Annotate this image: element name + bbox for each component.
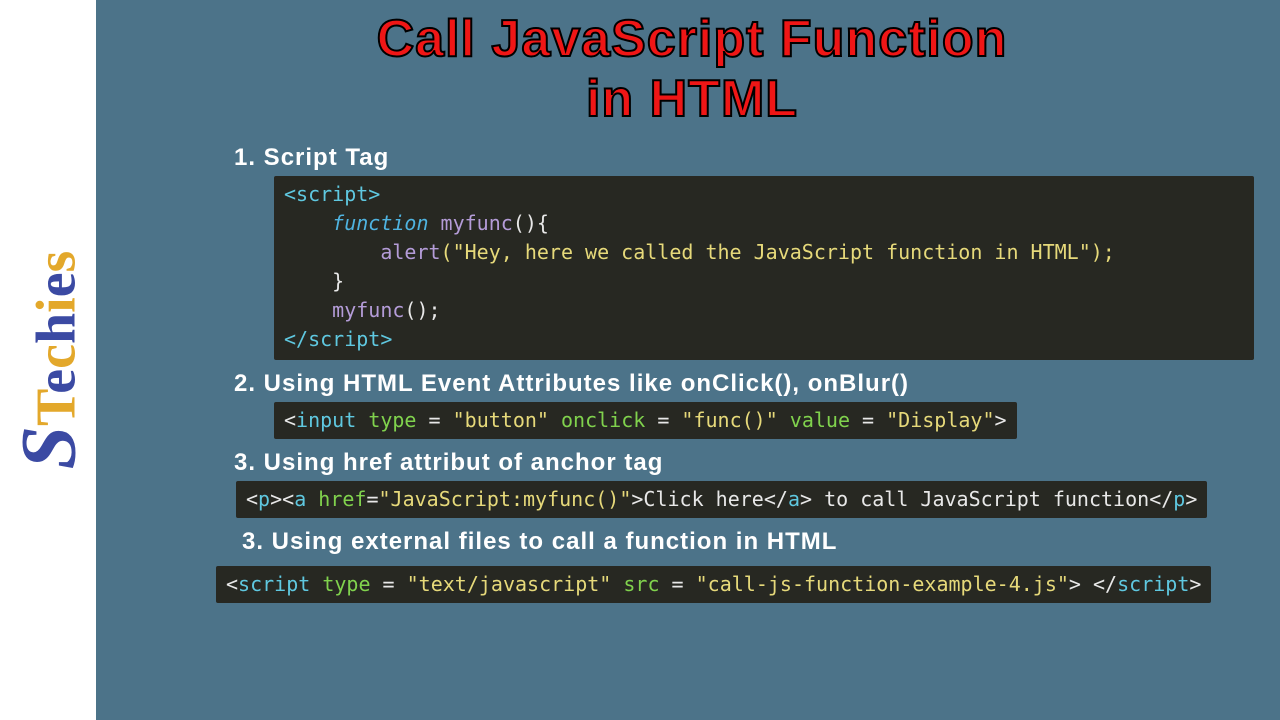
code-token: = (416, 408, 452, 432)
code-token: </scr (284, 327, 344, 351)
code-token: > (1069, 572, 1081, 596)
code-token: a (294, 487, 306, 511)
code-token: ("Hey, here we called the JavaScript fun… (441, 240, 1115, 264)
code-token: > (1189, 572, 1201, 596)
page-title: Call JavaScript Function in HTML (124, 10, 1260, 130)
code-token: "button" (453, 408, 549, 432)
code-token: } (332, 269, 344, 293)
code-token: input (296, 408, 356, 432)
code-token: < (282, 487, 294, 511)
code-token: ipt> (344, 327, 392, 351)
code-token: script (238, 572, 310, 596)
code-token: </ (1093, 572, 1117, 596)
logo-letter: c (25, 344, 87, 369)
code-token (1081, 572, 1093, 596)
code-token: "call-js-function-example-4.js" (696, 572, 1069, 596)
logo-letter: i (25, 297, 87, 313)
code-token: = (371, 572, 407, 596)
code-token: myfunc (441, 211, 513, 235)
logo-letter: T (25, 394, 87, 426)
code-token: < (246, 487, 258, 511)
stechies-logo: STechies (9, 251, 87, 470)
heading-script-tag: 1. Script Tag (234, 144, 1260, 172)
heading-external-files: 3. Using external files to call a functi… (242, 528, 1260, 556)
heading-event-attributes: 2. Using HTML Event Attributes like onCl… (234, 370, 1260, 398)
code-token: < (284, 408, 296, 432)
code-token: </ (764, 487, 788, 511)
code-token: > (1185, 487, 1197, 511)
code-block-event-attr: <input type = "button" onclick = "func()… (274, 402, 1017, 439)
code-token: > (631, 487, 643, 511)
code-token: > (270, 487, 282, 511)
code-token: onclick (561, 408, 645, 432)
code-token: > (995, 408, 1007, 432)
code-token: Click here (643, 487, 763, 511)
code-block-external-script: <script type = "text/javascript" src = "… (216, 566, 1211, 603)
code-block-script-tag: <script> function myfunc(){ alert("Hey, … (274, 176, 1254, 360)
code-token: = (645, 408, 681, 432)
main-content: Call JavaScript Function in HTML 1. Scri… (96, 0, 1280, 720)
code-token: value (790, 408, 850, 432)
code-token: src (623, 572, 659, 596)
title-line-1: Call JavaScript Function (124, 10, 1260, 70)
code-token: "func()" (681, 408, 777, 432)
code-token: </ (1149, 487, 1173, 511)
code-token: script (1117, 572, 1189, 596)
code-token: "text/javascript" (407, 572, 612, 596)
code-token (306, 487, 318, 511)
heading-href-attribute: 3. Using href attribut of anchor tag (234, 449, 1260, 477)
sidebar-logo-strip: STechies (0, 0, 96, 720)
logo-letter: e (25, 369, 87, 394)
code-token: type (322, 572, 370, 596)
code-token: = (660, 572, 696, 596)
code-token: < (226, 572, 238, 596)
code-token: > (800, 487, 812, 511)
code-token: (){ (513, 211, 549, 235)
logo-letter: s (25, 251, 87, 273)
code-token: = (366, 487, 378, 511)
code-token: a (788, 487, 800, 511)
code-token: p (1173, 487, 1185, 511)
code-token: myfunc (332, 298, 404, 322)
code-token: (); (404, 298, 440, 322)
title-line-2: in HTML (124, 70, 1260, 130)
code-token: p (258, 487, 270, 511)
code-token: "JavaScript:myfunc()" (379, 487, 632, 511)
logo-letter: e (25, 272, 87, 297)
code-token: "Display" (886, 408, 994, 432)
code-token (310, 572, 322, 596)
logo-letter: h (25, 313, 87, 344)
code-token: to call JavaScript function (812, 487, 1149, 511)
code-token: <script> (284, 182, 380, 206)
logo-letter: S (4, 426, 91, 469)
code-token: href (318, 487, 366, 511)
code-token: = (850, 408, 886, 432)
code-block-anchor-href: <p><a href="JavaScript:myfunc()">Click h… (236, 481, 1207, 518)
code-token: type (368, 408, 416, 432)
code-token: function (332, 211, 428, 235)
code-token: alert (380, 240, 440, 264)
